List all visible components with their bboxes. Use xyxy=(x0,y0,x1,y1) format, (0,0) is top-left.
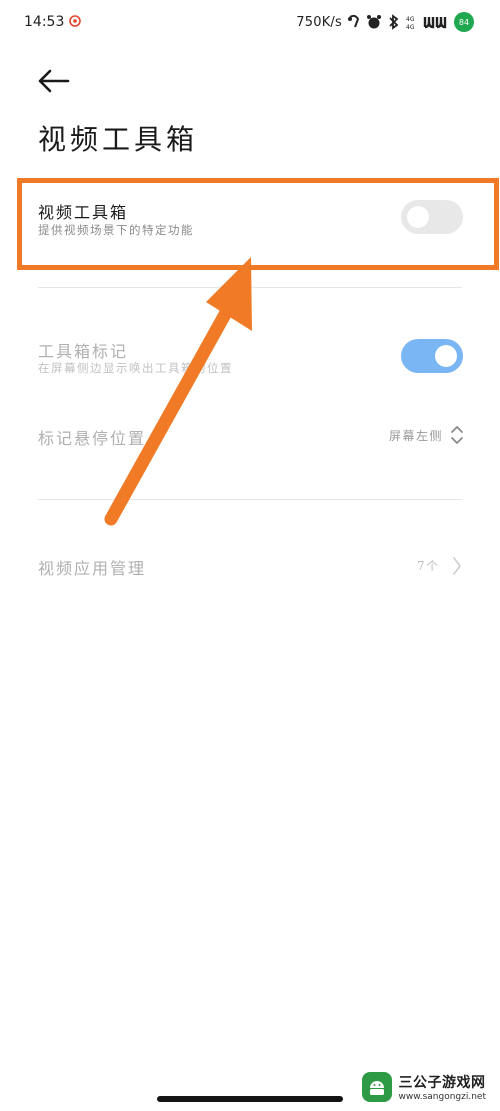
page-title: 视频工具箱 xyxy=(38,123,199,156)
svg-text:4G: 4G xyxy=(406,16,415,23)
chevron-updown-icon[interactable] xyxy=(450,424,464,446)
toolbox-marker-toggle[interactable] xyxy=(401,339,463,373)
watermark-url: www.sangongzi.net xyxy=(398,1092,486,1102)
watermark-text: 三公子游戏网 www.sangongzi.net xyxy=(398,1072,486,1102)
watermark-title: 三公子游戏网 xyxy=(398,1075,486,1091)
divider xyxy=(38,287,462,288)
status-icons: 750K/s 4G 4G 84 xyxy=(296,12,474,32)
earphone-icon xyxy=(348,14,360,28)
watermark: 三公子游戏网 www.sangongzi.net xyxy=(362,1072,486,1102)
battery-level: 84 xyxy=(458,17,470,27)
wifi-icon xyxy=(423,17,447,29)
video-app-count: 7个 xyxy=(417,559,440,573)
bluetooth-icon xyxy=(389,14,399,30)
marker-position-title[interactable]: 标记悬停位置 xyxy=(38,425,146,449)
android-logo-icon xyxy=(362,1072,393,1102)
app-notification-icon xyxy=(69,15,81,27)
network-speed: 750K/s xyxy=(296,14,342,30)
highlight-frame xyxy=(17,178,499,270)
divider xyxy=(38,499,462,500)
toolbox-marker-title: 工具箱标记 xyxy=(38,342,129,361)
svg-text:4G: 4G xyxy=(406,24,415,30)
toggle-knob xyxy=(435,345,457,367)
chevron-right-icon[interactable] xyxy=(452,556,462,576)
alarm-icon xyxy=(367,15,381,29)
toolbox-marker-subtitle: 在屏幕侧边显示唤出工具箱的位置 xyxy=(38,361,233,375)
marker-position-value[interactable]: 屏幕左侧 xyxy=(389,427,443,444)
back-arrow-icon[interactable] xyxy=(34,64,74,98)
gesture-nav-bar[interactable] xyxy=(157,1096,343,1102)
video-app-management-title[interactable]: 视频应用管理 xyxy=(38,555,146,579)
status-time: 14:53 xyxy=(24,14,65,30)
toolbox-marker-setting[interactable]: 工具箱标记 在屏幕侧边显示唤出工具箱的位置 xyxy=(38,338,462,378)
signal-icon: 4G 4G xyxy=(406,16,415,30)
battery-icon: 84 xyxy=(454,12,474,32)
